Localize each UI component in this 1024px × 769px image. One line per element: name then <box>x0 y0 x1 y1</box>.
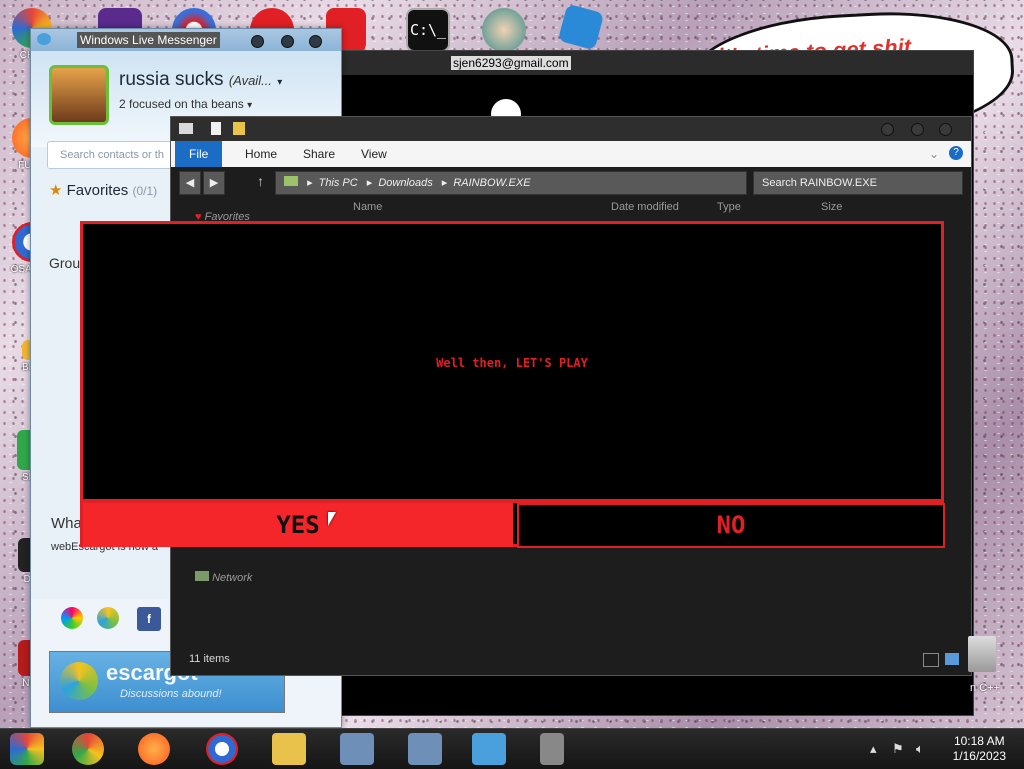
column-size[interactable]: Size <box>821 201 842 213</box>
forward-button[interactable]: ▶ <box>203 171 225 195</box>
maximize-button[interactable] <box>281 35 294 48</box>
minimize-button[interactable] <box>881 123 894 136</box>
chevron-right-icon: ▸ <box>366 177 373 189</box>
item-count: 11 items <box>189 653 230 665</box>
tab-view[interactable]: View <box>347 141 401 167</box>
properties-icon[interactable] <box>211 122 221 135</box>
favorites-label: Favorites <box>66 182 129 199</box>
volume-icon[interactable]: 🔈︎ <box>916 741 924 757</box>
firefox-taskbar-icon[interactable] <box>138 733 170 765</box>
chevron-right-icon: ▸ <box>307 177 313 189</box>
chevron-down-icon[interactable]: ▾ <box>247 100 252 111</box>
file-explorer-taskbar-icon[interactable] <box>272 733 306 765</box>
network-icon <box>195 571 209 581</box>
folder-icon <box>284 176 298 186</box>
explorer-search-input[interactable]: Search RAINBOW.EXE <box>753 171 963 195</box>
recycle-bin-icon[interactable] <box>968 636 996 672</box>
start-button[interactable] <box>10 733 44 765</box>
whats-new-label: Wha <box>51 515 82 532</box>
messenger-title-bar[interactable]: Windows Live Messenger <box>31 29 341 51</box>
help-icon[interactable]: ? <box>949 146 963 160</box>
messenger-taskbar-icon[interactable] <box>472 733 506 765</box>
app-taskbar-icon[interactable] <box>340 733 374 765</box>
username-text: russia sucks <box>119 69 224 90</box>
game-message: Well then, LET'S PLAY <box>436 356 588 370</box>
back-button[interactable]: ◀ <box>179 171 201 195</box>
messenger-icon <box>37 33 51 45</box>
tab-file[interactable]: File <box>175 141 223 167</box>
console-title-bar[interactable]: sjen6293@gmail.com <box>341 51 973 75</box>
chevron-up-icon[interactable]: ▴ <box>870 741 877 757</box>
personal-message-text: 2 focused on tha beans <box>119 97 244 111</box>
favorites-header[interactable]: ★ Favorites (0/1) <box>49 181 157 199</box>
escargot-tagline: Discussions abound! <box>120 688 222 700</box>
mouse-cursor-icon <box>328 512 336 526</box>
game-dialog: Well then, LET'S PLAY YES NO <box>80 221 945 548</box>
tab-share[interactable]: Share <box>289 141 349 167</box>
nav-network-label: Network <box>212 572 253 584</box>
breadcrumb-this-pc[interactable]: This PC <box>319 177 358 189</box>
date: 1/16/2023 <box>952 749 1006 763</box>
maximize-button[interactable] <box>911 123 924 136</box>
messenger-username[interactable]: russia sucks (Avail... ▾ <box>119 69 282 91</box>
facebook-icon[interactable]: f <box>137 607 161 631</box>
new-folder-icon[interactable] <box>233 122 245 135</box>
breadcrumb-downloads[interactable]: Downloads <box>378 177 432 189</box>
nav-network[interactable]: Network <box>195 571 252 584</box>
favorites-count: (0/1) <box>132 184 158 198</box>
breadcrumb-rainbow[interactable]: RAINBOW.EXE <box>453 177 530 189</box>
msn-butterfly-icon[interactable] <box>61 607 83 629</box>
no-button[interactable]: NO <box>517 503 945 548</box>
up-arrow-icon[interactable]: ↑ <box>257 173 264 189</box>
escargot-icon[interactable] <box>97 607 119 629</box>
escargot-logo-icon <box>60 662 98 700</box>
time: 10:18 AM <box>953 734 1005 748</box>
explorer-ribbon: File Home Share View ⌄ ? <box>171 141 971 167</box>
clock[interactable]: 10:18 AM 1/16/2023 <box>953 734 1006 764</box>
tab-home[interactable]: Home <box>231 141 291 167</box>
chevron-right-icon: ▸ <box>441 177 448 189</box>
close-button[interactable] <box>939 123 952 136</box>
taskbar: ▴ ⚑ 🔈︎ 10:18 AM 1/16/2023 <box>0 728 1024 769</box>
star-icon: ★ <box>49 182 63 199</box>
groups-label[interactable]: Grou <box>49 255 80 271</box>
recycle-label[interactable]: n C++ <box>970 682 1000 694</box>
column-date-modified[interactable]: Date modified <box>611 201 679 213</box>
details-view-icon[interactable] <box>923 653 939 667</box>
chrome-taskbar-icon[interactable] <box>72 733 104 765</box>
network-icon[interactable]: ⚑ <box>892 741 904 757</box>
cmd-icon[interactable]: C:\_ <box>406 8 450 52</box>
column-type[interactable]: Type <box>717 201 741 213</box>
folder-icon <box>179 123 193 134</box>
avatar[interactable] <box>49 65 109 125</box>
personal-message[interactable]: 2 focused on tha beans ▾ <box>119 97 252 111</box>
address-bar[interactable]: ▸ This PC ▸ Downloads ▸ RAINBOW.EXE <box>275 171 747 195</box>
close-button[interactable] <box>309 35 322 48</box>
messenger-title: Windows Live Messenger <box>77 32 220 48</box>
explorer-title-bar[interactable] <box>171 117 971 141</box>
large-icons-view-icon[interactable] <box>945 653 959 665</box>
status-text: (Avail... <box>228 73 272 88</box>
app-icon[interactable] <box>482 8 526 52</box>
app-taskbar-icon[interactable] <box>408 733 442 765</box>
chevron-down-icon[interactable]: ⌄ <box>929 147 939 161</box>
minimize-button[interactable] <box>251 35 264 48</box>
chevron-down-icon[interactable]: ▾ <box>277 77 282 88</box>
console-title: sjen6293@gmail.com <box>451 56 571 70</box>
pin-taskbar-icon[interactable] <box>540 733 564 765</box>
obama-taskbar-icon[interactable] <box>206 733 238 765</box>
yes-button[interactable]: YES <box>83 503 513 547</box>
column-name[interactable]: Name <box>353 201 382 213</box>
